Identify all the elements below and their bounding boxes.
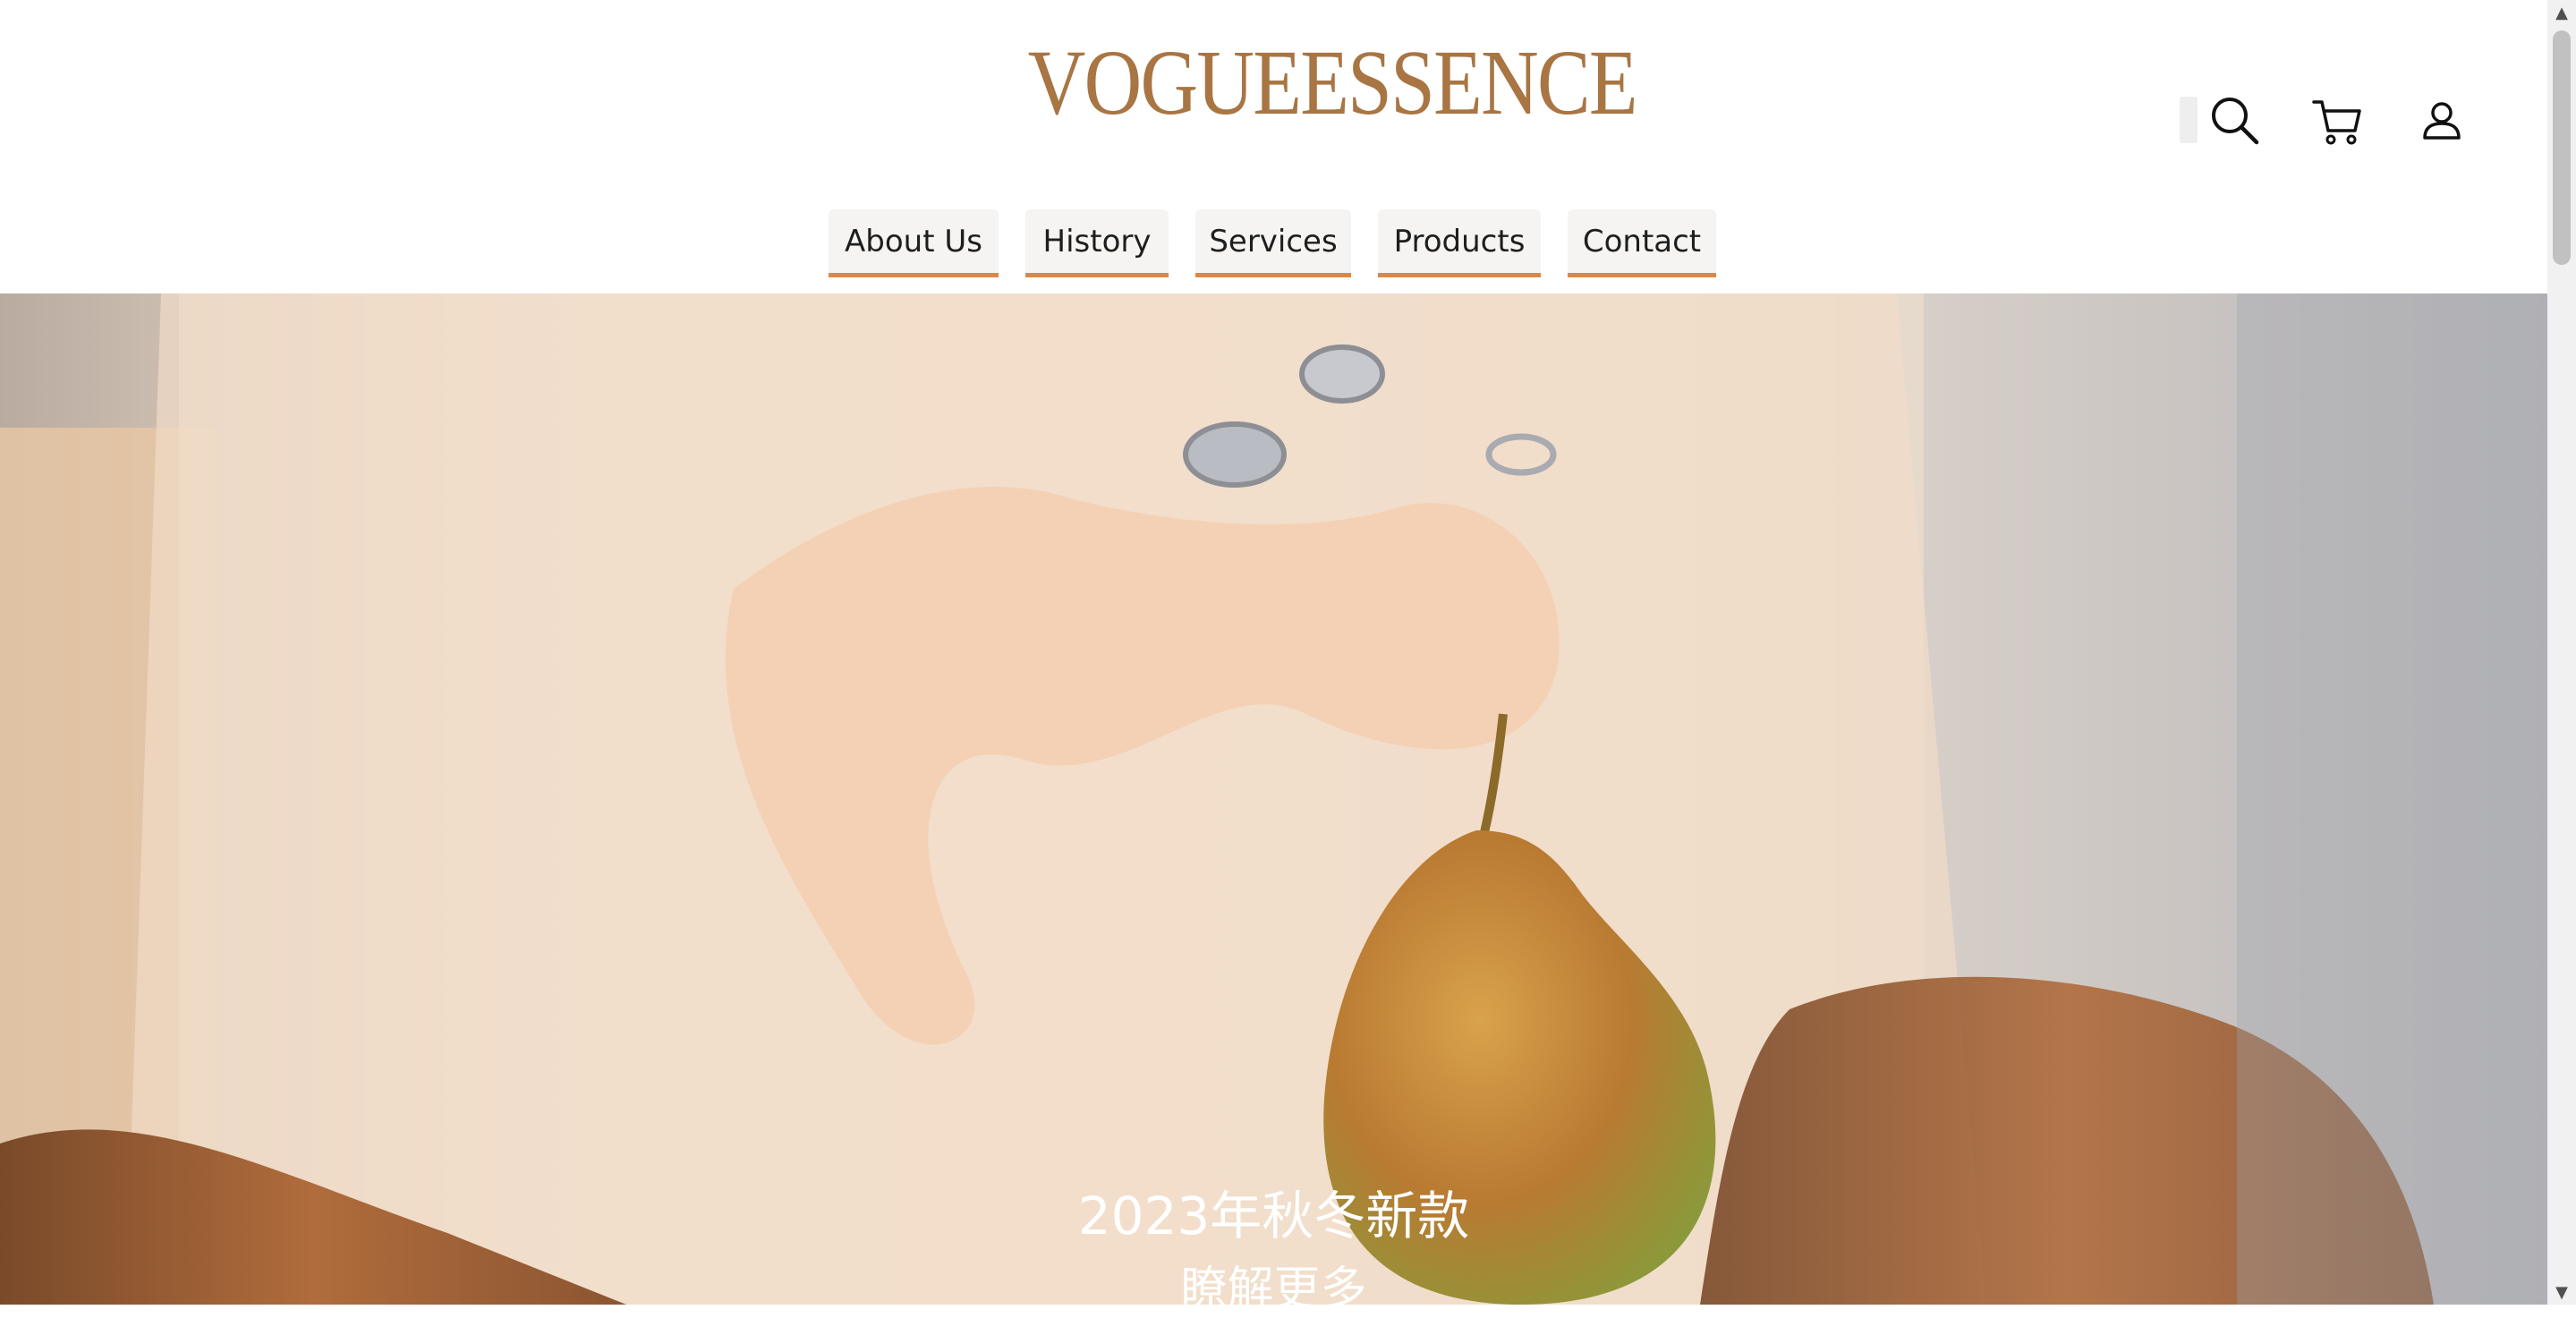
search-input[interactable] — [2180, 97, 2198, 143]
search-icon[interactable] — [2206, 92, 2262, 148]
nav-history[interactable]: History — [1025, 209, 1169, 277]
nav-services[interactable]: Services — [1195, 209, 1351, 277]
main-nav: About Us History Services Products Conta… — [0, 209, 2547, 283]
site-header: VOGUEESSENCE About Us History Services P… — [0, 0, 2547, 293]
hero-photo — [0, 293, 2547, 1305]
scroll-down-icon[interactable]: ▼ — [2547, 1280, 2576, 1305]
hero-banner — [0, 293, 2547, 1305]
brand-logo[interactable]: VOGUEESSENCE — [1028, 34, 1638, 132]
learn-more-link[interactable]: 瞭解更多 — [0, 1251, 2547, 1318]
nav-about-us[interactable]: About Us — [829, 209, 999, 277]
nav-products[interactable]: Products — [1378, 209, 1541, 277]
hero-title: 2023年秋冬新款 — [1077, 1186, 1470, 1246]
scroll-thumb[interactable] — [2553, 30, 2571, 265]
scroll-up-icon[interactable]: ▲ — [2547, 0, 2576, 25]
nav-contact[interactable]: Contact — [1568, 209, 1716, 277]
vertical-scrollbar[interactable]: ▲ ▼ — [2547, 0, 2576, 1305]
user-icon[interactable] — [2414, 93, 2470, 149]
cart-icon[interactable] — [2310, 93, 2366, 149]
